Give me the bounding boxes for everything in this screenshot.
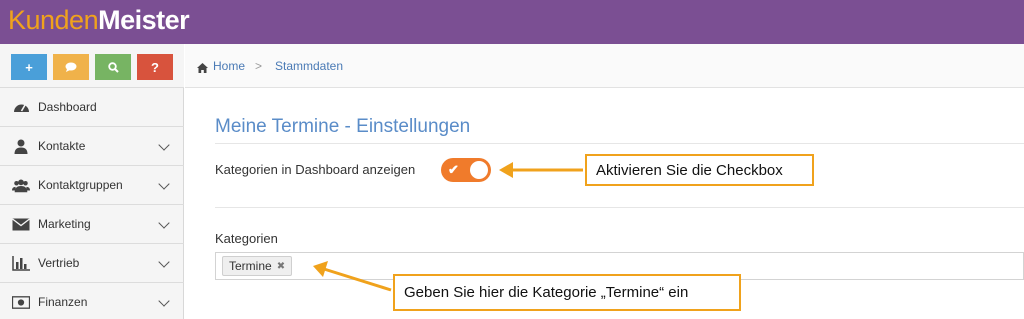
annotation-arrows [313, 162, 583, 292]
annotation-callout-category: Geben Sie hier die Kategorie „Termine“ e… [393, 274, 741, 311]
callout2-arrow [323, 267, 392, 292]
callout1-arrowhead [499, 162, 513, 178]
annotation-callout-checkbox: Aktivieren Sie die Checkbox [585, 154, 814, 186]
